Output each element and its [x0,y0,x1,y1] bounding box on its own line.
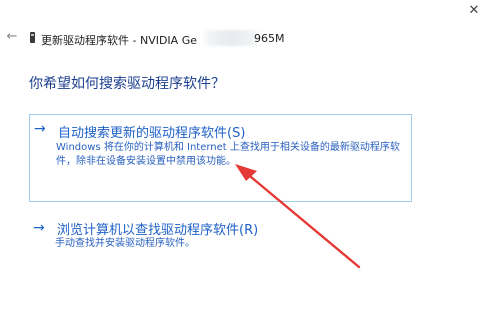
option-description: Windows 将在你的计算机和 Internet 上查找用于相关设备的最新驱动… [56,142,400,167]
wizard-header: ← 更新驱动程序软件 - NVIDIA Ge 965M [0,26,492,50]
arrow-right-icon: → [34,121,46,137]
close-icon: ✕ [468,3,480,18]
redaction-blur [201,30,261,46]
graphics-card-icon [30,32,35,43]
title-bar: ✕ [0,0,492,24]
back-arrow-icon: ← [6,29,18,44]
page-question: 你希望如何搜索驱动程序软件？ [29,76,225,92]
option-title: 自动搜索更新的驱动程序软件(S) [58,126,246,141]
option-title: 浏览计算机以查找驱动程序软件(R) [57,223,259,238]
browse-computer-option[interactable]: → 浏览计算机以查找驱动程序软件(R) 手动查找并安装驱动程序软件。 [29,215,412,255]
arrow-right-icon: → [33,220,45,236]
window-title: 更新驱动程序软件 - NVIDIA Ge [41,34,197,47]
window-title-suffix: 965M [254,32,285,45]
option-description: 手动查找并安装驱动程序软件。 [55,238,195,249]
close-button[interactable]: ✕ [462,0,486,22]
auto-search-option[interactable]: → 自动搜索更新的驱动程序软件(S) Windows 将在你的计算机和 Inte… [29,114,412,202]
back-button[interactable]: ← [5,29,19,45]
